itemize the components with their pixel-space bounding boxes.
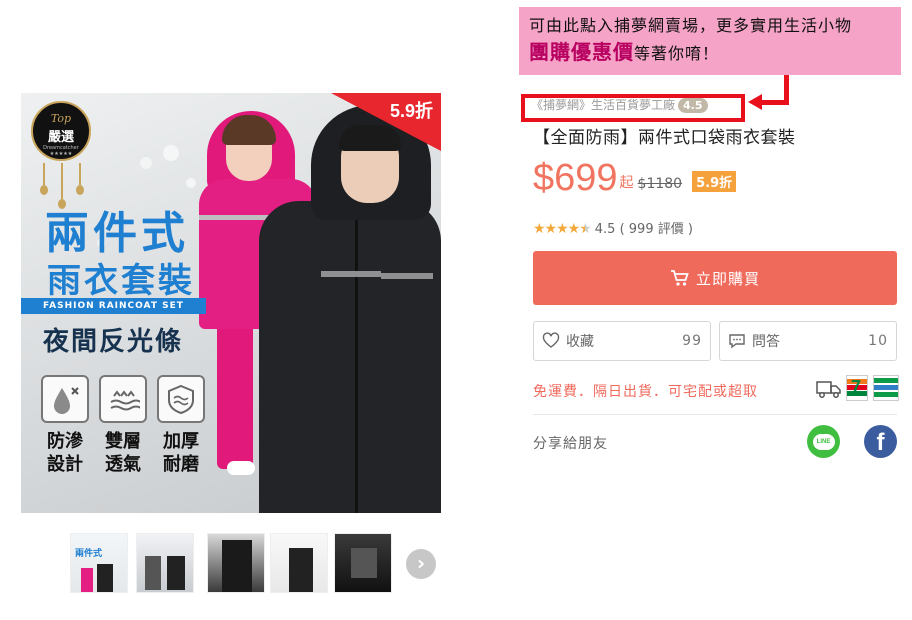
line-share-icon[interactable]: LINE [807,425,840,458]
corner-discount-text: 5.9折 [389,101,433,121]
share-label: 分享給朋友 [533,436,608,452]
star-rating-icon: ★★★★★ [533,221,592,237]
badge-tassel [76,163,84,195]
qa-label: 問答 [752,334,780,350]
thumbnail[interactable] [136,533,194,593]
buy-now-button[interactable]: 立即購買 [533,251,897,305]
thumbnail-figure [289,548,313,592]
divider [533,414,897,415]
discount-badge: 5.9折 [692,171,737,192]
reflective-stripe [321,271,381,277]
promo-feature: 夜間反光條 [43,327,184,357]
thumbnail-figure [167,556,185,590]
thumbnail-figure [222,540,252,592]
thumbnail[interactable] [207,533,265,593]
thumbnail-figure [81,568,93,592]
water-drop-icon [41,375,89,423]
cart-icon [670,270,689,286]
shipping-icons: 7 [816,375,900,403]
shipping-info: 免運費．隔日出貨．可宅配或超取 [533,384,758,400]
rating-row[interactable]: ★★★★★ 4.5 ( 999 評價 ) [533,218,693,237]
promo-subtitle: 雨衣套裝 [47,261,195,301]
model-man-coat [259,201,441,513]
price-suffix: 起 [619,175,634,191]
qa-count: 10 [868,333,888,349]
promo-title: 兩件式 [45,208,189,259]
qa-button[interactable]: 問答 10 [719,321,897,361]
truck-icon [816,381,841,398]
thumbnail-title: 兩件式 [75,549,103,559]
callout-line: 團購優惠價等著你唷！ [529,39,891,67]
thumbnail-figure [351,548,377,578]
line-logo-text: LINE [812,433,835,450]
feature-label: 防滲 設計 [47,431,83,475]
annotation-arrow-head [748,94,762,110]
model-woman-pants [217,319,253,469]
thumbnail[interactable]: 兩件式 [70,533,128,593]
thumbnail-next-button[interactable]: › [406,549,436,579]
reflective-stripe [381,273,433,279]
main-product-image[interactable]: 兩件式 雨衣套裝 FASHION RAINCOAT SET 夜間反光條 防滲 設計… [21,93,441,513]
badge-tassel [58,163,66,209]
facebook-share-icon[interactable]: f [864,425,897,458]
thick-shield-icon [157,375,205,423]
price-row: $699 起 $1180 5.9折 [533,157,737,200]
seven-eleven-icon: 7 [846,375,868,401]
model-woman-shoe [227,461,255,475]
familymart-icon [873,375,899,401]
callout-rest: 等著你唷！ [634,44,720,63]
rating-text: 4.5 ( 999 評價 ) [594,222,693,237]
annotation-arrow [762,100,789,105]
promo-band: FASHION RAINCOAT SET [21,298,206,314]
badge-tassel [40,163,48,195]
favorite-button[interactable]: 收藏 99 [533,321,711,361]
thumbnail[interactable] [270,533,328,593]
buy-now-label: 立即購買 [695,269,760,288]
breathable-icon [99,375,147,423]
thumbnail[interactable] [334,533,392,593]
heart-icon [542,332,560,348]
thumbnail-figure [145,556,161,590]
sale-price: $699 [533,157,618,199]
annotation-callout: 可由此點入捕夢網賣場，更多實用生活小物 團購優惠價等著你唷！ [519,7,901,75]
callout-emphasis: 團購優惠價 [529,40,634,64]
top-selection-badge: Top 嚴選 Dreamcatcher ★★★★★ [31,101,91,161]
favorite-label: 收藏 [566,334,594,350]
model-man-zipper [355,213,358,513]
product-title: 【全面防雨】兩件式口袋雨衣套裝 [533,128,796,148]
feature-label: 加厚 耐磨 [163,431,199,475]
feature-label: 雙層 透氣 [105,431,141,475]
original-price: $1180 [637,176,683,192]
callout-line: 可由此點入捕夢網賣場，更多實用生活小物 [529,16,853,35]
chat-icon [729,334,745,349]
favorite-count: 99 [682,333,702,349]
thumbnail-figure [97,564,113,592]
annotation-highlight-box [521,94,745,122]
